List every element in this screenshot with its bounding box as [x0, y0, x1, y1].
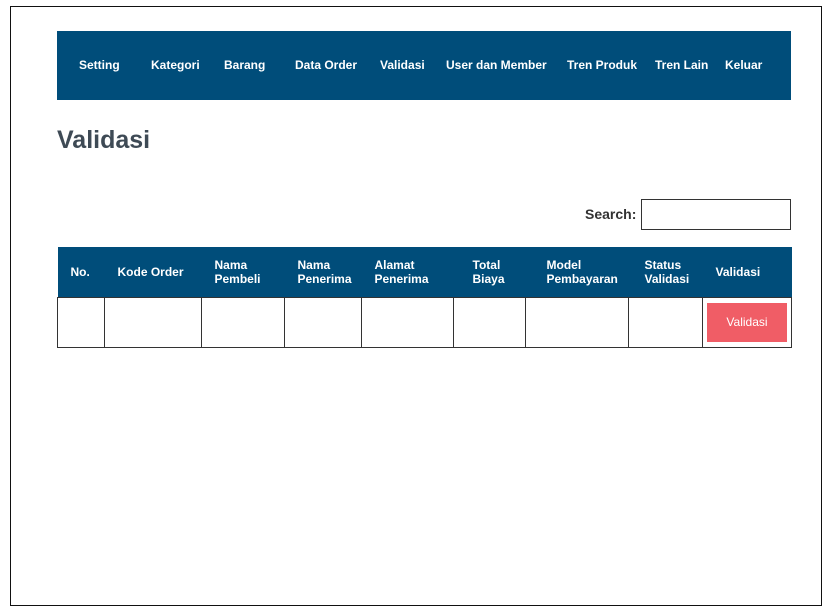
cell-nama-penerima [284, 296, 362, 348]
nav-validasi[interactable]: Validasi [380, 58, 425, 72]
search-input[interactable] [641, 199, 791, 230]
nav-user-dan-member[interactable]: User dan Member [446, 58, 547, 72]
cell-status-validasi [628, 296, 703, 348]
nav-barang[interactable]: Barang [224, 58, 265, 72]
col-header-nama-pembeli: Nama Pembeli [201, 247, 285, 297]
col-header-alamat-penerima: Alamat Penerima [361, 247, 454, 297]
cell-kode-order [104, 296, 202, 348]
cell-total-biaya [453, 296, 526, 348]
cell-no [57, 296, 105, 348]
table-header-row: No. Kode Order Nama Pembeli Nama Penerim… [57, 247, 792, 297]
cell-validasi-action: Validasi [702, 296, 792, 348]
validasi-button[interactable]: Validasi [707, 302, 787, 342]
nav-keluar[interactable]: Keluar [725, 58, 762, 72]
cell-nama-pembeli [201, 296, 285, 348]
col-header-nama-penerima: Nama Penerima [284, 247, 362, 297]
table-row: Validasi [57, 296, 792, 348]
page-title: Validasi [57, 126, 151, 154]
nav-kategori[interactable]: Kategori [151, 58, 200, 72]
search-label: Search: [585, 206, 637, 222]
cell-model-pembayaran [525, 296, 629, 348]
col-header-validasi: Validasi [702, 247, 792, 297]
nav-tren-lain[interactable]: Tren Lain [655, 58, 708, 72]
validation-table: No. Kode Order Nama Pembeli Nama Penerim… [57, 247, 792, 348]
top-navbar: Setting Kategori Barang Data Order Valid… [57, 31, 791, 100]
col-header-kode-order: Kode Order [104, 247, 202, 297]
col-header-no: No. [57, 247, 105, 297]
cell-alamat-penerima [361, 296, 454, 348]
nav-data-order[interactable]: Data Order [295, 58, 357, 72]
col-header-total-biaya: Total Biaya [453, 247, 526, 297]
col-header-status-validasi: Status Validasi [628, 247, 703, 297]
nav-setting[interactable]: Setting [79, 58, 120, 72]
nav-tren-produk[interactable]: Tren Produk [567, 58, 637, 72]
col-header-model-pembayaran: Model Pembayaran [525, 247, 629, 297]
